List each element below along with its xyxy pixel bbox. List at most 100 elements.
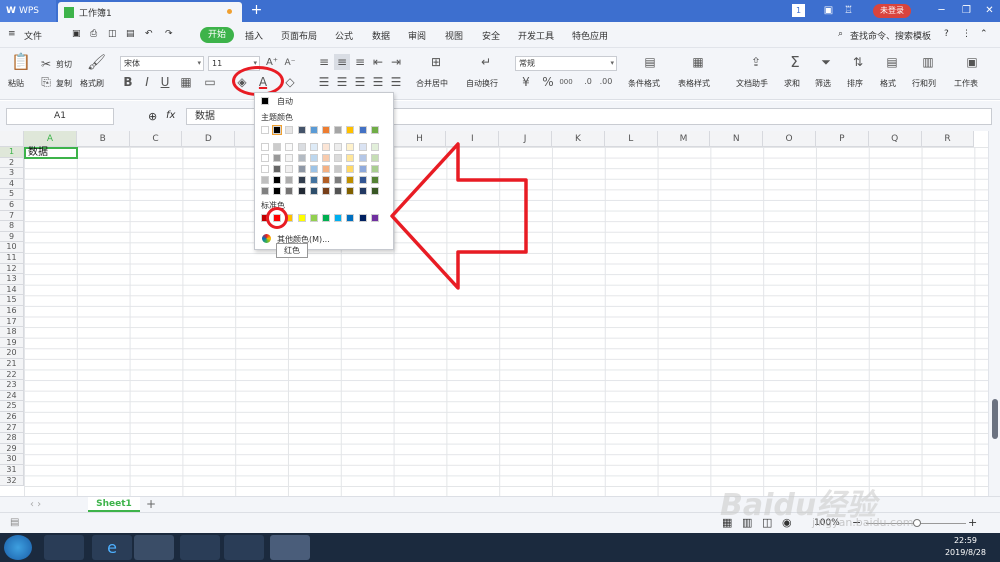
cut-icon[interactable]: ✂: [38, 56, 54, 72]
column-header-r[interactable]: R: [921, 131, 975, 147]
theme-shade-swatch[interactable]: [334, 165, 343, 173]
collapse-icon[interactable]: ⌃: [980, 29, 988, 39]
theme-shade-swatch[interactable]: [297, 154, 306, 162]
theme-shade-swatch[interactable]: [297, 143, 306, 151]
indent-decrease-icon[interactable]: ⇤: [370, 54, 386, 70]
minimize-icon[interactable]: ─: [935, 4, 948, 17]
rows-cols-icon[interactable]: ▥: [920, 54, 936, 70]
theme-color-swatch[interactable]: [297, 126, 306, 134]
worksheet-icon[interactable]: ▣: [964, 54, 980, 70]
theme-shade-swatch[interactable]: [285, 187, 294, 195]
paint-icon[interactable]: [224, 535, 264, 560]
close-icon[interactable]: ✕: [983, 4, 996, 17]
borders-icon[interactable]: ▦: [178, 74, 194, 90]
theme-shade-swatch[interactable]: [309, 187, 318, 195]
column-header-q[interactable]: Q: [868, 131, 922, 147]
redo-icon[interactable]: ↷: [165, 29, 173, 39]
tab-data[interactable]: 数据: [372, 29, 390, 42]
increase-decimal-icon[interactable]: .0: [580, 74, 596, 90]
table-style-button[interactable]: 表格样式: [678, 78, 710, 89]
ie-icon[interactable]: e: [92, 535, 132, 560]
theme-shade-swatch[interactable]: [285, 165, 294, 173]
tab-security[interactable]: 安全: [482, 29, 500, 42]
tab-review[interactable]: 审阅: [408, 29, 426, 42]
standard-color-swatch[interactable]: [297, 214, 306, 222]
theme-shade-swatch[interactable]: [358, 165, 367, 173]
new-tab-button[interactable]: +: [250, 3, 263, 17]
theme-shade-swatch[interactable]: [334, 176, 343, 184]
theme-shade-swatch[interactable]: [261, 187, 269, 195]
theme-shade-swatch[interactable]: [358, 154, 367, 162]
doc-helper-button[interactable]: 文档助手: [736, 78, 768, 89]
copy-button[interactable]: 复制: [56, 78, 72, 89]
theme-shade-swatch[interactable]: [309, 143, 318, 151]
skin-icon[interactable]: ▣: [822, 4, 835, 17]
export-icon[interactable]: ▤: [126, 29, 135, 39]
row-header-28[interactable]: 28: [0, 433, 24, 444]
row-header-26[interactable]: 26: [0, 412, 24, 423]
document-tab[interactable]: 工作簿1: [58, 2, 242, 22]
sheet-nav-icons[interactable]: ‹ ›: [30, 499, 41, 510]
column-header-l[interactable]: L: [604, 131, 658, 147]
row-header-13[interactable]: 13: [0, 274, 24, 285]
decrease-decimal-icon[interactable]: .00: [598, 74, 614, 90]
tab-insert[interactable]: 插入: [245, 29, 263, 42]
wrap-text-button[interactable]: 自动换行: [466, 78, 498, 89]
theme-shade-swatch[interactable]: [273, 143, 282, 151]
name-box[interactable]: A1: [6, 108, 114, 125]
standard-color-swatch[interactable]: [346, 214, 355, 222]
copy-icon[interactable]: ⎘: [38, 74, 54, 90]
column-header-d[interactable]: D: [182, 131, 236, 147]
theme-shade-swatch[interactable]: [273, 187, 282, 195]
standard-color-swatch[interactable]: [322, 214, 330, 222]
chrome-icon[interactable]: [134, 535, 174, 560]
auto-color-label[interactable]: 自动: [277, 96, 293, 107]
theme-shade-swatch[interactable]: [261, 143, 269, 151]
theme-shade-swatch[interactable]: [309, 176, 318, 184]
row-header-2[interactable]: 2: [0, 157, 24, 169]
wps-taskbar-icon[interactable]: [270, 535, 310, 560]
column-header-k[interactable]: K: [552, 131, 605, 147]
italic-button[interactable]: I: [139, 74, 155, 90]
row-header-12[interactable]: 12: [0, 263, 24, 275]
theme-shade-swatch[interactable]: [285, 176, 294, 184]
start-button[interactable]: [4, 535, 32, 560]
theme-shade-swatch[interactable]: [309, 154, 318, 162]
theme-shade-swatch[interactable]: [334, 187, 343, 195]
theme-shade-swatch[interactable]: [346, 143, 355, 151]
zoom-in-button[interactable]: +: [968, 516, 977, 529]
row-header-14[interactable]: 14: [0, 284, 24, 296]
row-header-15[interactable]: 15: [0, 295, 24, 306]
theme-shade-swatch[interactable]: [322, 154, 330, 162]
number-format-select[interactable]: 常规 ▾: [515, 56, 617, 71]
indent-increase-icon[interactable]: ⇥: [388, 54, 404, 70]
taskbar-app-1[interactable]: [44, 535, 84, 560]
tab-developer[interactable]: 开发工具: [518, 29, 554, 42]
sum-icon[interactable]: Σ: [787, 54, 803, 70]
paste-icon[interactable]: 📋: [11, 54, 31, 70]
theme-shade-swatch[interactable]: [261, 165, 269, 173]
format-button[interactable]: 格式: [880, 78, 896, 89]
column-header-b[interactable]: B: [76, 131, 130, 147]
align-middle-icon[interactable]: ≡: [334, 54, 350, 70]
column-header-o[interactable]: O: [763, 131, 816, 147]
tab-special[interactable]: 特色应用: [572, 29, 608, 42]
theme-shade-swatch[interactable]: [322, 176, 330, 184]
row-header-6[interactable]: 6: [0, 200, 24, 211]
theme-shade-swatch[interactable]: [261, 154, 269, 162]
theme-shade-swatch[interactable]: [346, 165, 355, 173]
theme-shade-swatch[interactable]: [297, 165, 306, 173]
align-right-icon[interactable]: ☰: [352, 74, 368, 90]
align-center-icon[interactable]: ☰: [334, 74, 350, 90]
row-header-20[interactable]: 20: [0, 348, 24, 359]
row-header-23[interactable]: 23: [0, 380, 24, 391]
column-header-p[interactable]: P: [816, 131, 869, 147]
theme-shade-swatch[interactable]: [346, 154, 355, 162]
theme-color-swatch[interactable]: [370, 126, 379, 134]
row-header-25[interactable]: 25: [0, 401, 24, 412]
theme-shade-swatch[interactable]: [370, 143, 379, 151]
theme-shade-swatch[interactable]: [322, 187, 330, 195]
undo-icon[interactable]: ↶: [145, 29, 153, 39]
preview-icon[interactable]: ◫: [108, 29, 117, 39]
row-header-17[interactable]: 17: [0, 316, 24, 328]
